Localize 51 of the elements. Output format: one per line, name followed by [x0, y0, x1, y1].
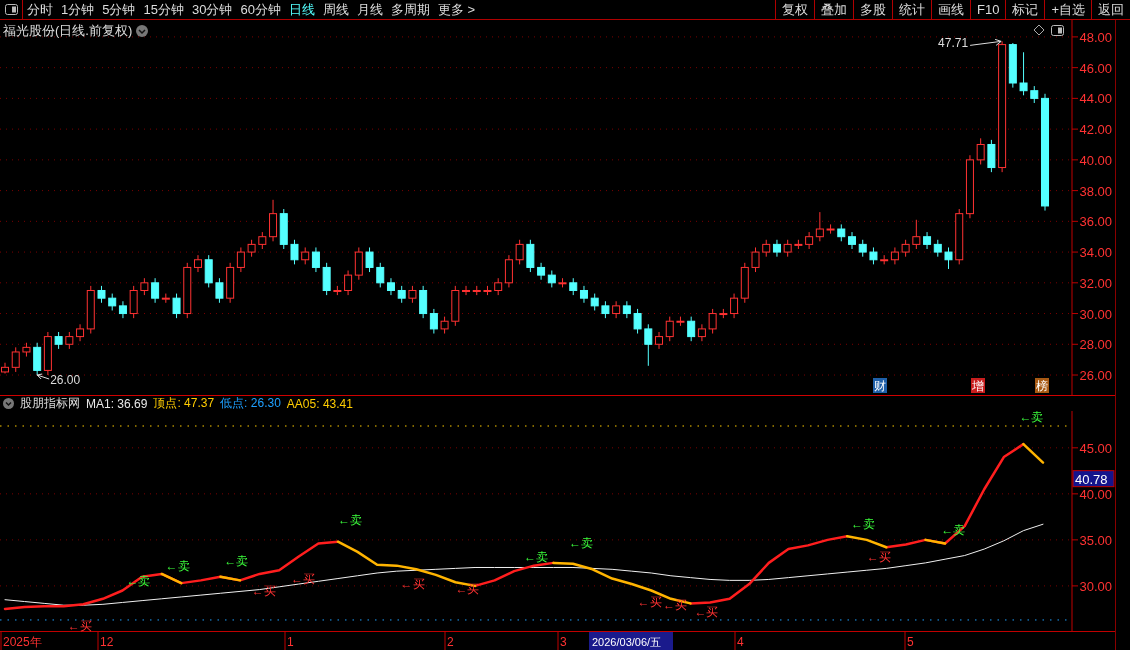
price-axis-label: 28.00 — [1079, 337, 1112, 353]
indicator-axis-label: 40.00 — [1079, 486, 1112, 502]
buy-signal: ←买 — [251, 584, 276, 599]
buy-signal: ←买 — [400, 577, 425, 592]
buy-signal: ←买 — [866, 550, 891, 565]
legend-value: AA05: 43.41 — [286, 396, 353, 411]
indicator-axis-label: 30.00 — [1079, 578, 1112, 594]
sell-signal: ←卖 — [524, 550, 548, 565]
time-axis-label: 2 — [447, 635, 454, 649]
price-axis-label: 30.00 — [1079, 306, 1112, 322]
time-axis-label: 5 — [907, 635, 914, 649]
time-axis-label: 12 — [100, 635, 114, 649]
legend-value: 低点: 26.30 — [220, 395, 281, 412]
price-axis-label: 46.00 — [1079, 60, 1112, 76]
time-axis-label: 3 — [560, 635, 567, 649]
sell-signal: ←卖 — [337, 512, 362, 527]
annotation: 26.00 — [50, 373, 81, 388]
sell-signal: ←卖 — [851, 517, 876, 532]
price-axis-label: 26.00 — [1079, 368, 1112, 383]
cursor-date-label: 2026/03/06/五 — [589, 632, 673, 650]
price-axis-label: 48.00 — [1079, 29, 1112, 45]
price-axis-label: 36.00 — [1079, 214, 1112, 230]
buy-signal: ←买 — [694, 604, 719, 619]
buy-signal: ←买 — [663, 598, 688, 613]
buy-signal: ←买 — [290, 571, 315, 586]
sell-signal: ←卖 — [165, 558, 190, 573]
stock-title: 福光股份(日线.前复权) — [3, 22, 133, 40]
sell-signal: ←卖 — [224, 554, 249, 569]
indicator-axis-label: 35.00 — [1079, 532, 1112, 548]
time-axis-label: 2025年 — [3, 635, 42, 649]
buy-signal: ←买 — [637, 594, 662, 609]
buy-signal: ←买 — [67, 619, 92, 634]
sell-signal: ←卖 — [569, 535, 594, 550]
legend-value: MA1: 36.69 — [86, 396, 148, 411]
cursor-value-label: 40.78 — [1072, 470, 1115, 488]
high-price-label: 47.71 — [938, 36, 1002, 51]
indicator-name: 股朋指标网 — [20, 395, 80, 412]
legend-value: 顶点: 47.37 — [153, 395, 215, 412]
indicator-axis-label: 45.00 — [1079, 440, 1112, 456]
price-axis-label: 38.00 — [1079, 183, 1112, 199]
time-axis-label: 1 — [287, 635, 294, 649]
time-axis-label: 4 — [737, 635, 744, 649]
price-axis-label: 42.00 — [1079, 122, 1112, 138]
price-axis-label: 34.00 — [1079, 245, 1112, 261]
annotation: 47.71 — [938, 36, 969, 51]
price-axis-label: 44.00 — [1079, 91, 1112, 107]
low-price-label: 26.00 — [36, 373, 81, 387]
buy-signal: ←买 — [455, 581, 480, 596]
price-axis-label: 40.00 — [1079, 152, 1112, 168]
price-axis-label: 32.00 — [1079, 275, 1112, 291]
sell-signal: ←卖 — [1019, 411, 1044, 424]
